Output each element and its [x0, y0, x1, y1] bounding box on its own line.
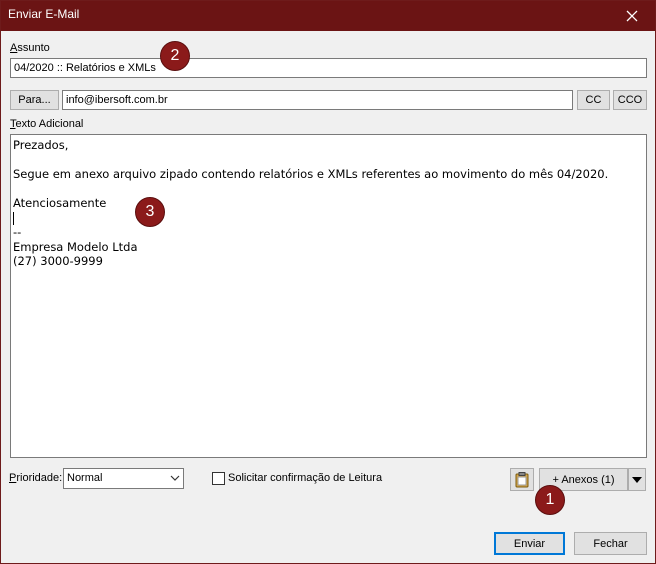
callout-badge-2: 2 — [160, 41, 190, 71]
body-text-line — [13, 211, 644, 226]
priority-selected-value: Normal — [67, 472, 103, 484]
body-text-line: Empresa Modelo Ltda — [13, 239, 138, 254]
body-textarea[interactable]: Prezados, Segue em anexo arquivo zipado c… — [10, 134, 647, 458]
body-text-line — [13, 153, 644, 168]
subject-input[interactable]: 04/2020 :: Relatórios e XMLs — [10, 58, 647, 78]
window-title: Enviar E-Mail — [8, 7, 80, 21]
text-caret — [13, 211, 14, 225]
attachments-dropdown-button[interactable] — [628, 468, 646, 491]
close-button[interactable]: Fechar — [574, 532, 647, 555]
caret-down-icon — [632, 474, 642, 486]
body-text-line: Segue em anexo arquivo zipado contendo r… — [13, 167, 609, 181]
read-receipt-label: Solicitar confirmação de Leitura — [228, 472, 383, 484]
body-text-label: Texto Adicional — [10, 118, 84, 130]
to-email-input[interactable]: info@ibersoft.com.br — [62, 90, 573, 110]
priority-select[interactable]: Normal — [63, 468, 184, 489]
chevron-down-icon — [170, 473, 180, 485]
priority-label: Prioridade: — [9, 472, 63, 484]
to-button[interactable]: Para... — [10, 90, 59, 110]
body-text-line: (27) 3000-9999 — [13, 254, 103, 268]
body-text-line: Atenciosamente — [13, 196, 107, 210]
email-dialog: Enviar E-Mail Assunto 04/2020 :: Relatór… — [0, 0, 656, 564]
cco-button[interactable]: CCO — [613, 90, 647, 110]
close-icon[interactable] — [609, 1, 655, 31]
body-text-line: Prezados, — [13, 138, 69, 152]
send-button[interactable]: Enviar — [494, 532, 565, 555]
cc-button[interactable]: CC — [577, 90, 610, 110]
read-receipt-checkbox[interactable] — [212, 472, 225, 485]
callout-badge-3: 3 — [135, 197, 165, 227]
callout-badge-1: 1 — [535, 485, 565, 515]
body-text-line: -- — [13, 225, 22, 239]
body-text-line — [13, 182, 644, 197]
subject-label: Assunto — [10, 42, 50, 54]
title-bar: Enviar E-Mail — [1, 1, 655, 31]
clipboard-icon[interactable] — [510, 468, 534, 491]
